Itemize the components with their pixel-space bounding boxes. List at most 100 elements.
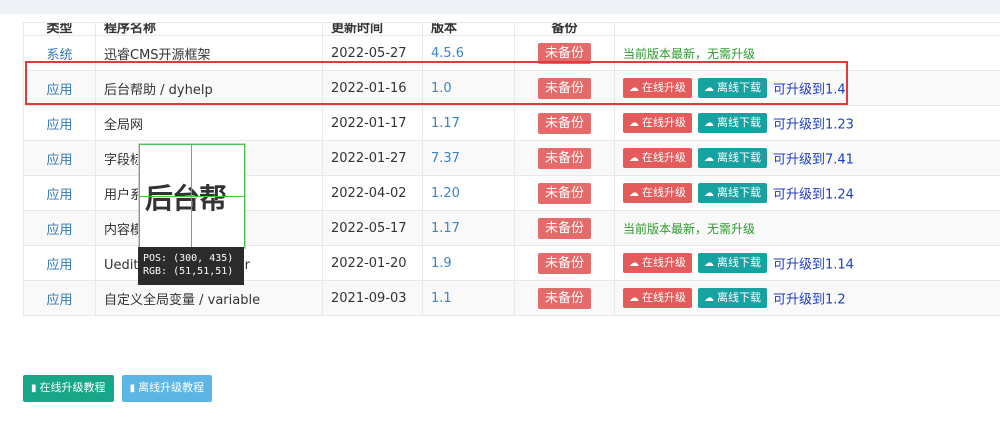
magnifier-info: POS: (300, 435) RGB: (51,51,51) (138, 247, 244, 285)
backup-badge: 未备份 (537, 182, 591, 204)
cloud-upload-icon: ☁ (629, 258, 639, 269)
table-row: 应用 自定义全局变量 / variable 2021-09-03 1.1 未备份 ☁ 在线升… (23, 280, 1000, 316)
offline-tutorial-label: 离线升级教程 (138, 381, 205, 394)
date-cell: 2022-05-27 (322, 35, 423, 71)
online-upgrade-button[interactable]: ☁ 在线升级 (623, 253, 692, 273)
cloud-upload-icon: ☁ (629, 188, 639, 199)
status-message: 当前版本最新，无需升级 (623, 221, 756, 236)
cloud-download-icon: ☁ (704, 153, 714, 164)
backup-cell: 未备份 (514, 175, 615, 211)
date-cell: 2022-01-20 (322, 245, 423, 281)
type-cell: 应用 (23, 140, 96, 176)
action-cell: ☁ 在线升级 ☁ 离线下载 可升级到1.4 (614, 70, 1000, 106)
magnifier-pos: POS: (300, 435) (143, 253, 234, 264)
action-cell: ☁ 在线升级 ☁ 离线下载 可升级到1.2 (614, 280, 1000, 316)
type-cell: 应用 (23, 210, 96, 246)
program-name: 后台帮助 / dyhelp (104, 82, 213, 98)
cloud-download-icon: ☁ (704, 118, 714, 129)
offline-download-label: 离线下载 (717, 151, 761, 164)
header-backup: 备份 (514, 22, 615, 36)
backup-badge: 未备份 (537, 77, 591, 99)
online-upgrade-button[interactable]: ☁ 在线升级 (623, 183, 692, 203)
tutorial-buttons: ▮ 在线升级教程 ▮ 离线升级教程 (23, 375, 215, 402)
offline-download-label: 离线下载 (717, 256, 761, 269)
book-icon: ▮ (31, 383, 37, 394)
backup-badge: 未备份 (537, 287, 591, 309)
offline-download-button[interactable]: ☁ 离线下载 (698, 78, 767, 98)
online-upgrade-button[interactable]: ☁ 在线升级 (623, 78, 692, 98)
cloud-download-icon: ☁ (704, 293, 714, 304)
offline-download-label: 离线下载 (717, 291, 761, 304)
date-cell: 2022-01-16 (322, 70, 423, 106)
online-tutorial-button[interactable]: ▮ 在线升级教程 (23, 375, 114, 402)
type-cell: 应用 (23, 175, 96, 211)
action-cell: 当前版本最新，无需升级 (614, 210, 1000, 246)
offline-download-button[interactable]: ☁ 离线下载 (698, 148, 767, 168)
cloud-upload-icon: ☁ (629, 153, 639, 164)
upgrade-available-link[interactable]: 可升级到1.14 (773, 258, 854, 273)
backup-cell: 未备份 (514, 280, 615, 316)
action-cell: ☁ 在线升级 ☁ 离线下载 可升级到7.41 (614, 140, 1000, 176)
header-date: 更新时间 (322, 22, 423, 36)
online-upgrade-button[interactable]: ☁ 在线升级 (623, 113, 692, 133)
upgrade-available-link[interactable]: 可升级到1.4 (773, 83, 846, 98)
type-cell: 应用 (23, 70, 96, 106)
magnifier-preview: 后台帮 (138, 143, 246, 249)
header-actions (614, 22, 1000, 36)
name-cell: 迅睿CMS开源框架 (95, 35, 323, 71)
type-cell: 应用 (23, 280, 96, 316)
backup-badge: 未备份 (537, 112, 591, 134)
offline-download-label: 离线下载 (717, 81, 761, 94)
version-cell: 7.37 (422, 140, 515, 176)
backup-badge: 未备份 (537, 217, 591, 239)
cloud-upload-icon: ☁ (629, 118, 639, 129)
backup-cell: 未备份 (514, 210, 615, 246)
offline-download-button[interactable]: ☁ 离线下载 (698, 183, 767, 203)
cloud-download-icon: ☁ (704, 188, 714, 199)
online-upgrade-button[interactable]: ☁ 在线升级 (623, 288, 692, 308)
online-upgrade-label: 在线升级 (642, 256, 686, 269)
header-name: 程序名称 (95, 22, 323, 36)
upgrade-available-link[interactable]: 可升级到1.23 (773, 118, 854, 133)
offline-tutorial-button[interactable]: ▮ 离线升级教程 (121, 375, 213, 402)
online-upgrade-label: 在线升级 (642, 151, 686, 164)
backup-cell: 未备份 (514, 105, 615, 141)
online-upgrade-label: 在线升级 (642, 116, 686, 129)
action-cell: ☁ 在线升级 ☁ 离线下载 可升级到1.24 (614, 175, 1000, 211)
online-upgrade-label: 在线升级 (642, 81, 686, 94)
backup-badge: 未备份 (537, 252, 591, 274)
date-cell: 2022-04-02 (322, 175, 423, 211)
date-cell: 2022-01-27 (322, 140, 423, 176)
offline-download-button[interactable]: ☁ 离线下载 (698, 288, 767, 308)
cloud-download-icon: ☁ (704, 83, 714, 94)
online-upgrade-label: 在线升级 (642, 186, 686, 199)
offline-download-button[interactable]: ☁ 离线下载 (698, 253, 767, 273)
type-cell: 应用 (23, 245, 96, 281)
program-name: 迅睿CMS开源框架 (104, 47, 211, 63)
upgrade-available-link[interactable]: 可升级到7.41 (773, 153, 854, 168)
type-cell: 应用 (23, 105, 96, 141)
name-cell: 全局网 (95, 105, 323, 141)
version-cell: 1.17 (422, 210, 515, 246)
date-cell: 2021-09-03 (322, 280, 423, 316)
cloud-upload-icon: ☁ (629, 83, 639, 94)
online-tutorial-label: 在线升级教程 (39, 381, 106, 394)
program-name: 自定义全局变量 / variable (104, 292, 261, 308)
version-cell: 1.20 (422, 175, 515, 211)
name-cell: 后台帮助 / dyhelp (95, 70, 323, 106)
online-upgrade-button[interactable]: ☁ 在线升级 (623, 148, 692, 168)
backup-badge: 未备份 (537, 147, 591, 169)
action-cell: ☁ 在线升级 ☁ 离线下载 可升级到1.23 (614, 105, 1000, 141)
upgrade-available-link[interactable]: 可升级到1.2 (773, 293, 846, 308)
offline-download-button[interactable]: ☁ 离线下载 (698, 113, 767, 133)
program-name: 全局网 (104, 117, 144, 133)
action-cell: ☁ 在线升级 ☁ 离线下载 可升级到1.14 (614, 245, 1000, 281)
table-row: 系统 迅睿CMS开源框架 2022-05-27 4.5.6 未备份 当前版本最新，无需升级 (23, 35, 1000, 71)
backup-cell: 未备份 (514, 245, 615, 281)
table-row: 应用 后台帮助 / dyhelp 2022-01-16 1.0 未备份 ☁ 在线升级 ☁ 离线下… (23, 70, 1000, 106)
offline-download-label: 离线下载 (717, 116, 761, 129)
version-cell: 1.0 (422, 70, 515, 106)
upgrade-available-link[interactable]: 可升级到1.24 (773, 188, 854, 203)
online-upgrade-label: 在线升级 (642, 291, 686, 304)
table-row: 应用 全局网 2022-01-17 1.17 未备份 ☁ 在线升级 ☁ 离线下载 可升级到1.23 (23, 105, 1000, 141)
